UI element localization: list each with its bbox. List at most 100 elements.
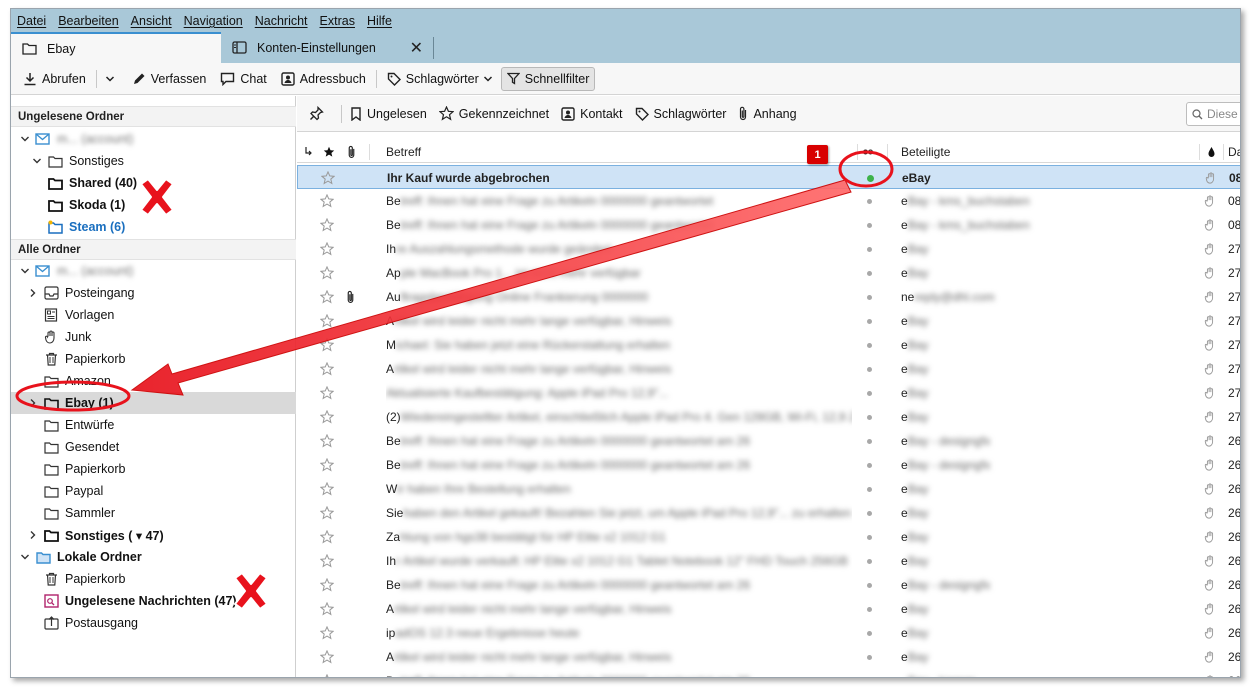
star-toggle-icon[interactable] [320,333,338,357]
quick-filter-search-input[interactable]: Diese [1186,102,1240,126]
junk-toggle-icon[interactable] [1204,285,1220,309]
junk-toggle-icon[interactable] [1204,357,1220,381]
junk-toggle-icon[interactable] [1204,429,1220,453]
chevron-down-icon[interactable] [19,133,31,145]
junk-toggle-icon[interactable] [1204,621,1220,645]
star-toggle-icon[interactable] [320,261,338,285]
star-toggle-icon[interactable] [320,573,338,597]
folder-local-papierkorb[interactable]: Papierkorb [11,568,296,590]
junk-toggle-icon[interactable] [1204,213,1220,237]
folder-skoda[interactable]: Skoda (1) [11,194,296,216]
folder-posteingang[interactable]: Posteingang [11,282,296,304]
junk-toggle-icon[interactable] [1204,237,1220,261]
read-dot-icon[interactable] [862,621,876,645]
message-row[interactable]: ip adOS 12.3 neue Ergebnisse heute e Bay 26 [297,621,1240,645]
menu-navigation[interactable]: Navigation [184,12,243,30]
message-row[interactable]: Ih r Artikel wurde verkauft: HP Elite x2 … [297,549,1240,573]
folder-sonstiges[interactable]: Sonstiges [11,150,296,172]
tags-button[interactable]: Schlagwörter [381,67,499,91]
read-dot-icon[interactable] [862,189,876,213]
star-column-header[interactable] [323,141,337,163]
read-dot-icon[interactable] [862,549,876,573]
message-row[interactable]: Artikel wird leider nicht mehr lange ver… [297,357,1240,381]
write-button[interactable]: Verfassen [126,67,213,91]
read-dot-icon[interactable] [862,333,876,357]
junk-toggle-icon[interactable] [1204,309,1220,333]
junk-toggle-icon[interactable] [1204,405,1220,429]
junk-toggle-icon[interactable] [1204,645,1220,669]
read-dot-icon[interactable] [862,573,876,597]
quick-filter-button[interactable]: Schnellfilter [500,66,596,91]
filter-attachment-button[interactable]: Anhang [732,102,802,126]
local-folders-row[interactable]: Lokale Ordner [11,546,296,568]
message-row[interactable]: (2) Wiedereingestellter Artikel, einschl… [297,405,1240,429]
account-row-unread[interactable]: m... (account) [11,128,296,150]
star-toggle-icon[interactable] [320,621,338,645]
junk-toggle-icon[interactable] [1204,453,1220,477]
get-messages-dropdown[interactable] [101,67,124,91]
unread-dot-icon[interactable] [863,166,877,190]
folder-postausgang[interactable]: Postausgang [11,612,296,634]
filter-tags-button[interactable]: Schlagwörter [629,102,733,126]
account-row-all[interactable]: m... (account) [11,260,296,282]
junk-toggle-icon[interactable] [1204,477,1220,501]
star-toggle-icon[interactable] [320,357,338,381]
star-toggle-icon[interactable] [321,166,339,190]
read-dot-icon[interactable] [862,645,876,669]
junk-toggle-icon[interactable] [1204,333,1220,357]
menu-extras[interactable]: Extras [320,12,355,30]
message-row[interactable]: Betreff: Ihnen hat eine Frage zu Artikel… [297,429,1240,453]
menu-datei[interactable]: Datei [17,12,46,30]
star-toggle-icon[interactable] [320,477,338,501]
message-row[interactable]: Wir haben Ihre Bestellung erhalten e Bay 26 [297,477,1240,501]
folder-steam[interactable]: Steam (6) [11,216,296,238]
folder-vorlagen[interactable]: Vorlagen [11,304,296,326]
read-dot-icon[interactable] [862,357,876,381]
star-toggle-icon[interactable] [320,525,338,549]
menu-ansicht[interactable]: Ansicht [131,12,172,30]
folder-unread-messages[interactable]: Ungelesene Nachrichten (47) [11,590,296,612]
message-row[interactable]: Betreff: Ihnen hat eine Frage zu Artikel… [297,453,1240,477]
filter-unread-button[interactable]: Ungelesen [344,102,433,126]
star-toggle-icon[interactable] [320,285,338,309]
tab-ebay[interactable]: Ebay [11,32,221,63]
junk-toggle-icon[interactable] [1204,189,1220,213]
address-book-button[interactable]: Adressbuch [275,67,372,91]
menu-bearbeiten[interactable]: Bearbeiten [58,12,118,30]
star-toggle-icon[interactable] [320,429,338,453]
tab-konten-einstellungen[interactable]: Konten-Einstellungen ✕ [221,32,433,63]
folder-papierkorb-2[interactable]: Papierkorb [11,458,296,480]
read-dot-icon[interactable] [862,597,876,621]
read-dot-icon[interactable] [862,285,876,309]
message-row[interactable]: Aktualisierte Kaufbestätigung: Apple iPa… [297,381,1240,405]
read-dot-icon[interactable] [862,309,876,333]
chevron-down-icon[interactable] [31,155,43,167]
filter-starred-button[interactable]: Gekennzeichnet [433,102,555,126]
message-row[interactable]: Artikel wird leider nicht mehr lange ver… [297,597,1240,621]
junk-toggle-icon[interactable] [1204,261,1220,285]
folder-sonstiges-all[interactable]: Sonstiges ( ▾ 47) [11,524,296,546]
read-dot-icon[interactable] [862,261,876,285]
chevron-right-icon[interactable] [27,287,39,299]
message-row[interactable]: Ihr Kauf wurde abgebrochen eBay 08 [297,165,1240,190]
star-toggle-icon[interactable] [320,669,338,677]
folder-shared[interactable]: Shared (40) [11,172,296,194]
read-status-column-header[interactable] [863,141,877,163]
chevron-down-icon[interactable] [19,265,31,277]
read-dot-icon[interactable] [862,213,876,237]
message-row[interactable]: Sie haben den Artikel gekauft! Bezahlen … [297,501,1240,525]
message-row[interactable]: Ap ple MacBook Pro 1... ist nicht mehr ve… [297,261,1240,285]
read-dot-icon[interactable] [862,429,876,453]
menu-hilfe[interactable]: Hilfe [367,12,392,30]
chevron-down-icon[interactable] [19,551,31,563]
star-toggle-icon[interactable] [320,309,338,333]
folder-junk[interactable]: Junk [11,326,296,348]
read-dot-icon[interactable] [862,381,876,405]
folder-entwuerfe[interactable]: Entwürfe [11,414,296,436]
correspondents-column-header[interactable]: Beteiligte [901,141,950,163]
read-dot-icon[interactable] [862,453,876,477]
message-row[interactable]: Za hlung von hgs38 bestätigt für HP Elite… [297,525,1240,549]
close-icon[interactable]: ✕ [410,38,423,58]
message-row[interactable]: Betreff: Ihnen hat eine Frage zu Artikel… [297,573,1240,597]
star-toggle-icon[interactable] [320,645,338,669]
